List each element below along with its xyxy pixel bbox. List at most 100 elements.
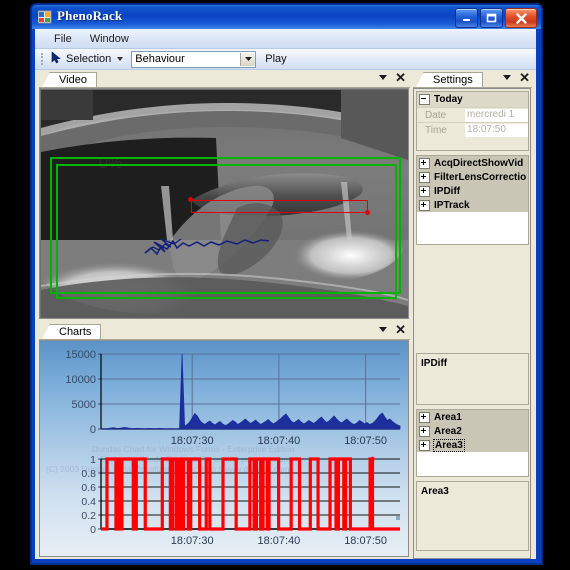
charts-panel-buttons: ✕	[379, 323, 406, 336]
time-label: Time	[425, 124, 447, 136]
time-value[interactable]: 18:07:50	[465, 123, 528, 137]
video-display[interactable]: 0%	[39, 88, 409, 319]
expand-icon[interactable]	[419, 411, 430, 423]
video-frame: 0%	[41, 90, 408, 318]
chevron-down-icon[interactable]	[240, 52, 256, 66]
expand-icon[interactable]	[419, 199, 430, 211]
tree-item-area3[interactable]: Area3	[417, 438, 528, 452]
svg-text:1: 1	[90, 454, 96, 466]
chevron-down-icon[interactable]	[117, 57, 124, 61]
video-panel-header: Video ✕	[39, 70, 410, 89]
svg-text:0.4: 0.4	[81, 496, 96, 508]
collapse-icon[interactable]	[419, 94, 430, 105]
chevron-down-icon[interactable]	[379, 75, 388, 80]
maximize-button[interactable]	[480, 8, 503, 28]
settings-panel: Settings ✕ Today Date mercredi 1 Time 18…	[413, 70, 532, 559]
expand-icon[interactable]	[419, 171, 430, 183]
tree-item-area1[interactable]: Area1	[417, 410, 528, 424]
tab-settings[interactable]: Settings	[415, 72, 483, 89]
tree-item-filterlenscorrection[interactable]: FilterLensCorrectio	[417, 170, 528, 184]
charts-panel: Charts ✕ Dundas Chart for Windows Forms …	[39, 322, 410, 558]
presence-chart[interactable]: 0 0.2 0.4 0.6 0.8 1 18:07:30 18:07:40 18:07:50	[40, 451, 408, 556]
minimize-button[interactable]	[455, 8, 478, 28]
tree-item-label: IPDiff	[434, 185, 461, 197]
today-property-grid[interactable]: Today Date mercredi 1 Time 18:07:50	[416, 91, 529, 151]
chart-scroll-marker[interactable]	[396, 516, 400, 520]
close-icon[interactable]: ✕	[519, 71, 530, 84]
settings-panel-header: Settings ✕	[413, 70, 532, 89]
svg-text:0.2: 0.2	[81, 510, 96, 522]
today-header[interactable]: Today	[417, 92, 528, 107]
areas-tree[interactable]: Area1 Area2 Area3	[416, 409, 529, 477]
selection-tool-button[interactable]: Selection	[47, 50, 129, 68]
svg-text:0.8: 0.8	[81, 468, 96, 480]
behaviour-combobox[interactable]: Behaviour	[131, 50, 257, 68]
svg-text:0: 0	[90, 524, 96, 536]
tree-item-label: Area1	[434, 411, 462, 423]
expand-icon[interactable]	[419, 185, 430, 197]
tab-video[interactable]: Video	[41, 72, 97, 89]
app-icon	[37, 10, 52, 24]
window-title: PhenoRack	[57, 8, 123, 23]
svg-text:18:07:50: 18:07:50	[344, 435, 387, 447]
video-panel: Video ✕ 0%	[39, 70, 410, 320]
tree-item-label: AcqDirectShowVid	[434, 157, 524, 169]
expand-icon[interactable]	[419, 439, 430, 451]
cursor-arrow-icon	[50, 51, 63, 67]
workspace: Video ✕ 0% Charts ✕ Dundas Chart for Win…	[35, 70, 536, 559]
module-description-box: IPDiff	[416, 353, 529, 405]
tab-charts[interactable]: Charts	[40, 324, 102, 341]
window-client-area: File Window Selection Behaviour Play Vid…	[35, 29, 536, 559]
tree-item-ipdiff[interactable]: IPDiff	[417, 184, 528, 198]
today-row-date[interactable]: Date mercredi 1	[417, 107, 528, 122]
tree-item-iptrack[interactable]: IPTrack	[417, 198, 528, 212]
area-description-box: Area3	[416, 481, 529, 551]
svg-text:0: 0	[90, 424, 96, 436]
chevron-down-icon[interactable]	[379, 327, 388, 332]
svg-text:18:07:50: 18:07:50	[344, 535, 387, 547]
today-row-time[interactable]: Time 18:07:50	[417, 122, 528, 137]
charts-panel-header: Charts ✕	[39, 322, 410, 341]
area-description-title: Area3	[421, 486, 449, 497]
menu-item-file[interactable]: File	[45, 31, 81, 47]
play-button[interactable]: Play	[265, 53, 286, 65]
toolbar-grip[interactable]	[39, 52, 45, 66]
tree-item-label: IPTrack	[434, 199, 470, 211]
module-description-title: IPDiff	[421, 358, 448, 369]
tree-item-label: FilterLensCorrectio	[434, 171, 527, 183]
window-titlebar[interactable]: PhenoRack	[32, 5, 541, 29]
close-button[interactable]	[505, 8, 537, 28]
svg-text:0.6: 0.6	[81, 482, 96, 494]
video-panel-buttons: ✕	[379, 71, 406, 84]
svg-text:15000: 15000	[65, 349, 96, 361]
window-controls	[455, 8, 537, 28]
selection-tool-label: Selection	[66, 53, 112, 65]
settings-panel-buttons: ✕	[503, 71, 530, 84]
svg-text:10000: 10000	[65, 374, 96, 386]
charts-display: Dundas Chart for Windows Forms - Enterpr…	[39, 340, 409, 557]
menubar: File Window	[35, 29, 536, 49]
date-value[interactable]: mercredi 1	[465, 108, 528, 122]
expand-icon[interactable]	[419, 157, 430, 169]
date-label: Date	[425, 109, 447, 121]
tree-item-label: Area2	[434, 425, 462, 437]
modules-tree[interactable]: AcqDirectShowVid FilterLensCorrectio IPD…	[416, 155, 529, 245]
behaviour-combobox-value: Behaviour	[135, 53, 185, 65]
svg-text:18:07:30: 18:07:30	[171, 435, 214, 447]
svg-text:18:07:40: 18:07:40	[257, 435, 300, 447]
tree-item-acqdirectshowvid[interactable]: AcqDirectShowVid	[417, 156, 528, 170]
toolbar: Selection Behaviour Play	[35, 49, 536, 70]
tree-item-label: Area3	[433, 438, 465, 452]
settings-content: Today Date mercredi 1 Time 18:07:50 AcqD…	[413, 88, 531, 559]
screenshot-root: PhenoRack File Window Selection Behaviou…	[0, 0, 570, 570]
menu-item-window[interactable]: Window	[81, 31, 138, 47]
activity-chart[interactable]: 0 5000 10000 15000 18:07:30 18:07:40 18:07:50	[40, 341, 408, 449]
tree-item-area2[interactable]: Area2	[417, 424, 528, 438]
svg-text:18:07:40: 18:07:40	[257, 535, 300, 547]
chevron-down-icon[interactable]	[503, 75, 512, 80]
today-title: Today	[434, 94, 463, 105]
close-icon[interactable]: ✕	[395, 323, 406, 336]
close-icon[interactable]: ✕	[395, 71, 406, 84]
svg-text:5000: 5000	[72, 399, 96, 411]
expand-icon[interactable]	[419, 425, 430, 437]
